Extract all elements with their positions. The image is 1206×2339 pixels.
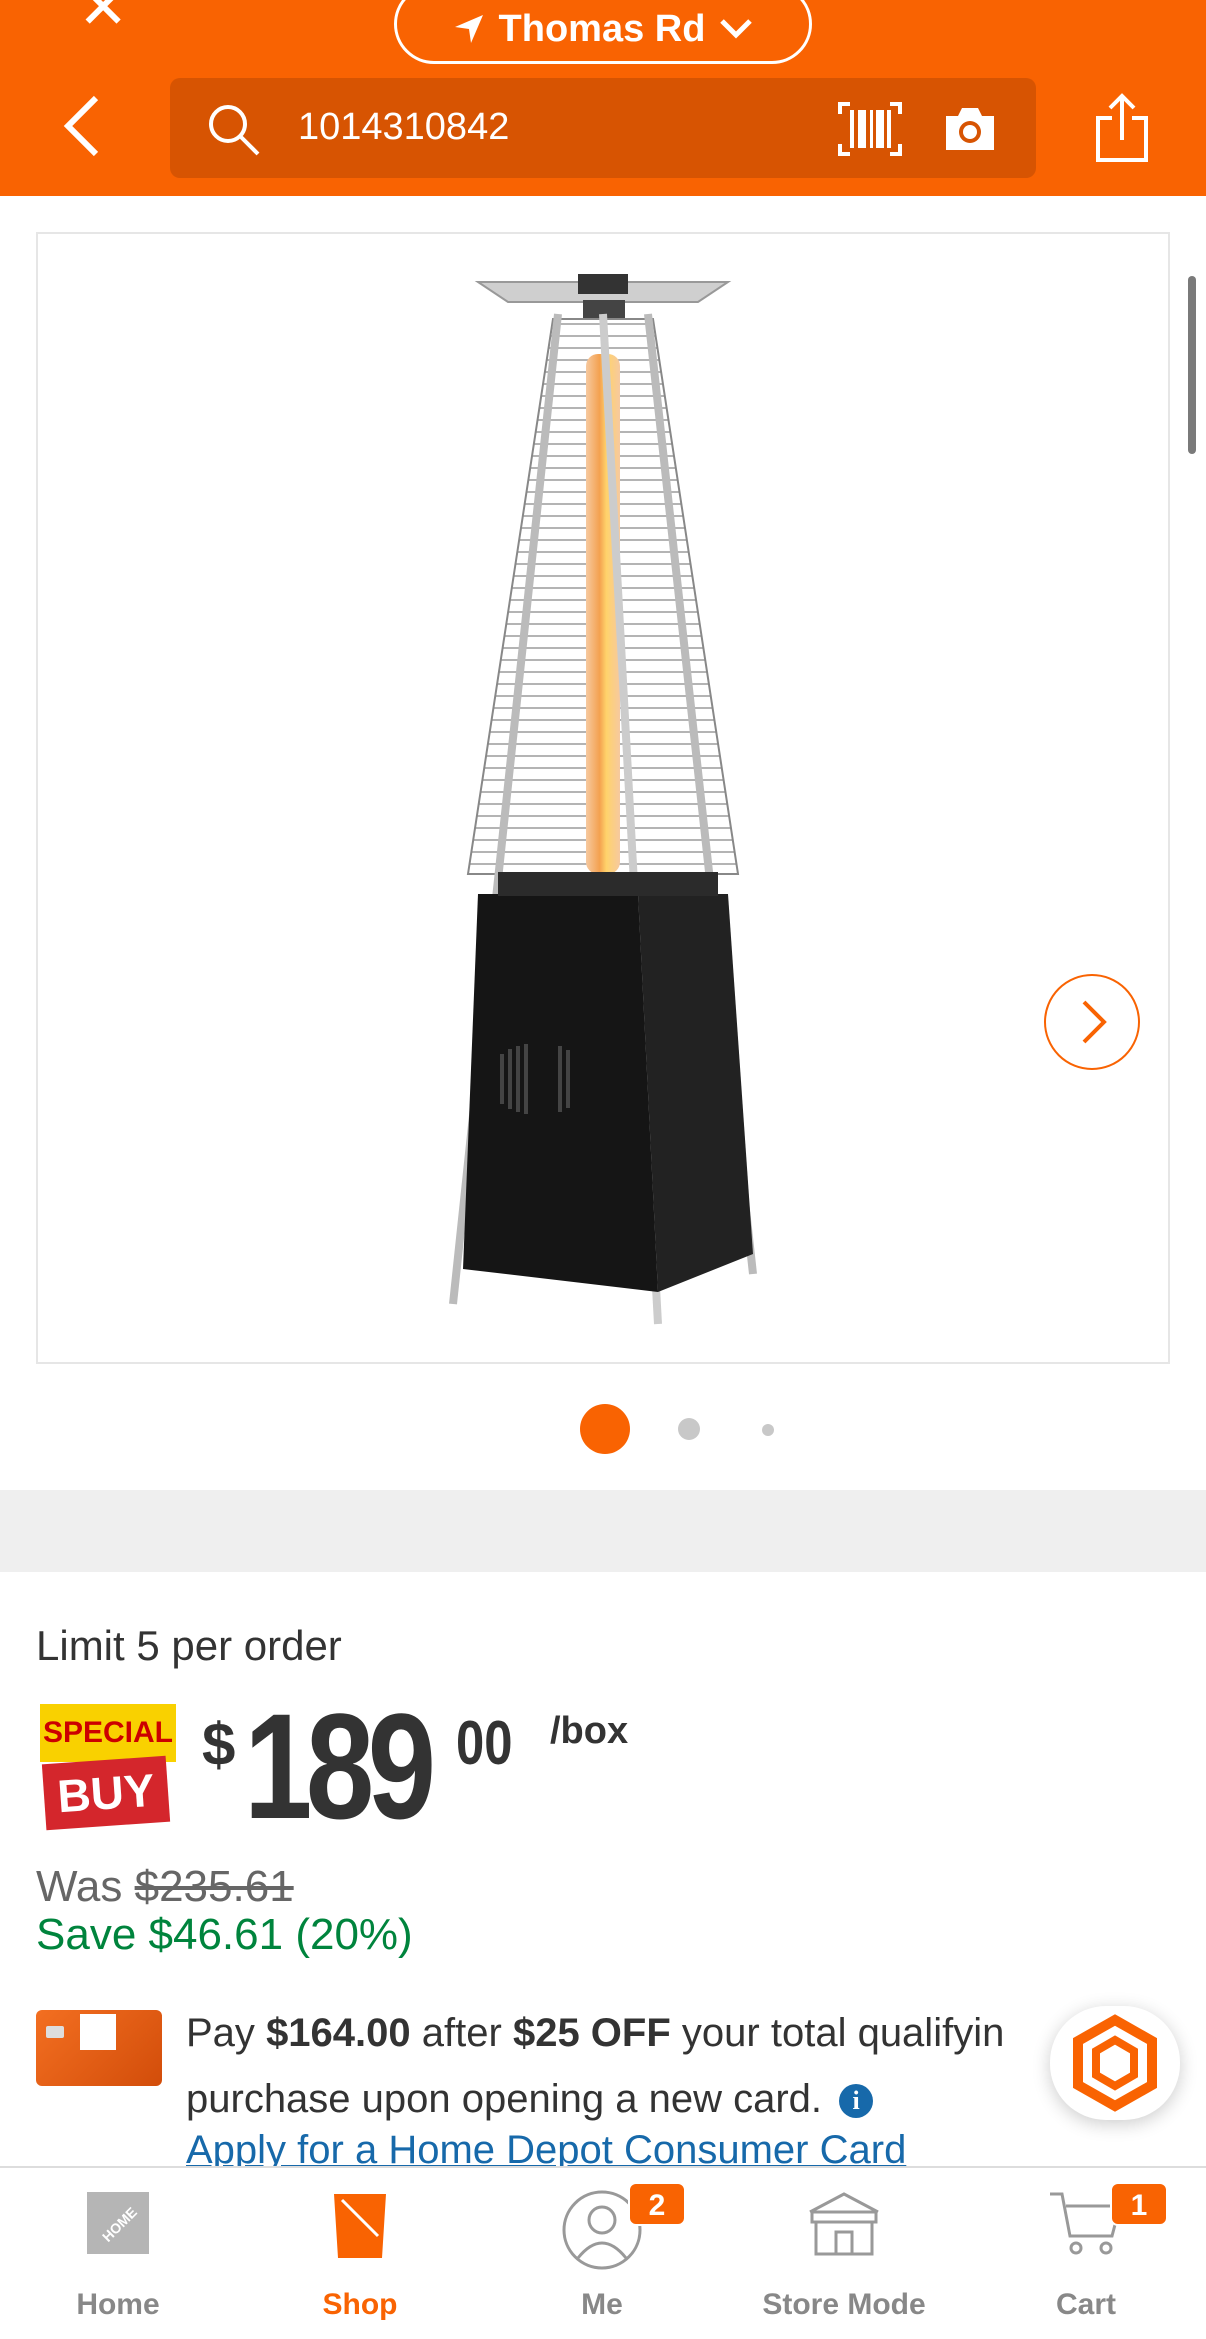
special-buy-badge: SPECIAL BUY — [40, 1704, 176, 1834]
price-dollars: 189 — [244, 1682, 436, 1850]
special-badge-bottom: BUY — [41, 1755, 171, 1831]
home-depot-logo-icon — [80, 2014, 116, 2050]
savings-text: Save $46.61 (20%) — [36, 1910, 413, 1959]
price-unit: /box — [550, 1710, 629, 1752]
product-image[interactable] — [36, 232, 1170, 1364]
info-icon[interactable]: i — [839, 2084, 874, 2119]
product-image-carousel[interactable] — [0, 196, 1206, 1492]
camera-icon[interactable] — [942, 106, 998, 157]
promo-off-amount: $25 OFF — [512, 2011, 671, 2055]
special-badge-top: SPECIAL — [40, 1704, 176, 1762]
carousel-dot[interactable] — [762, 1424, 774, 1436]
chat-assistant-button[interactable] — [1050, 2006, 1180, 2120]
nav-store-mode-label: Store Mode — [762, 2288, 926, 2321]
credit-card-image — [36, 2010, 162, 2086]
patio-heater-illustration — [449, 274, 757, 1325]
nav-home-label: Home — [76, 2288, 160, 2321]
nav-cart[interactable]: 1 Cart — [986, 2168, 1186, 2339]
promo-pay-amount: $164.00 — [266, 2011, 411, 2055]
nav-me-label: Me — [581, 2288, 623, 2321]
shop-bucket-icon — [328, 2188, 392, 2265]
nav-shop-label: Shop — [322, 2288, 398, 2321]
price-currency: $ — [202, 1711, 236, 1778]
nav-store-mode[interactable]: Store Mode — [744, 2168, 944, 2339]
share-icon[interactable] — [1094, 92, 1150, 169]
store-location-selector[interactable]: Thomas Rd — [394, 0, 812, 64]
promo-line2: purchase upon opening a new card. — [186, 2077, 823, 2121]
card-chip-icon — [46, 2026, 64, 2038]
nav-home[interactable]: HOME Home — [18, 2168, 218, 2339]
bottom-navigation: HOME Home Shop 2 Me Store Mode 1 Cart — [0, 2166, 1206, 2339]
nav-cart-label: Cart — [1055, 2288, 1116, 2321]
me-badge: 2 — [628, 2182, 686, 2226]
barcode-icon[interactable] — [838, 102, 902, 161]
nav-me[interactable]: 2 Me — [502, 2168, 702, 2339]
nav-shop[interactable]: Shop — [260, 2168, 460, 2339]
purchase-limit-text: Limit 5 per order — [36, 1622, 342, 1669]
store-location-label: Thomas Rd — [498, 7, 706, 50]
scrollbar[interactable] — [1188, 276, 1196, 454]
promo-after: after — [421, 2011, 502, 2055]
store-icon — [804, 2188, 884, 2263]
search-icon — [206, 102, 262, 163]
next-image-button[interactable] — [1044, 974, 1140, 1070]
location-arrow-icon — [453, 13, 485, 45]
chevron-right-icon — [1082, 1000, 1107, 1044]
home-depot-logo-icon: HOME — [83, 2188, 153, 2263]
was-price: $235.61 — [134, 1862, 294, 1911]
chevron-down-icon — [719, 17, 753, 41]
app-header: ✕ Thomas Rd 1014310842 — [0, 0, 1206, 196]
promo-rest: your total qualifyin — [681, 2011, 1005, 2055]
cart-badge: 1 — [1110, 2182, 1168, 2226]
app-root: ✕ Thomas Rd 1014310842 Limit 5 per order… — [0, 0, 1206, 2339]
search-input[interactable]: 1014310842 — [170, 78, 1036, 178]
promo-pay-prefix: Pay — [186, 2011, 255, 2055]
card-promo-text: Pay $164.00 after $25 OFF your total qua… — [186, 2000, 1066, 2132]
section-divider — [0, 1490, 1206, 1572]
back-icon[interactable] — [58, 92, 108, 162]
search-query-text: 1014310842 — [298, 106, 510, 148]
was-label: Was — [36, 1862, 123, 1911]
price-cents: 00 — [456, 1709, 513, 1778]
was-price-row: Was $235.61 — [36, 1862, 294, 1912]
carousel-dot[interactable] — [678, 1418, 700, 1440]
hexagon-chat-icon — [1073, 2014, 1157, 2112]
carousel-dot-active[interactable] — [580, 1404, 630, 1454]
close-icon[interactable]: ✕ — [78, 0, 128, 38]
